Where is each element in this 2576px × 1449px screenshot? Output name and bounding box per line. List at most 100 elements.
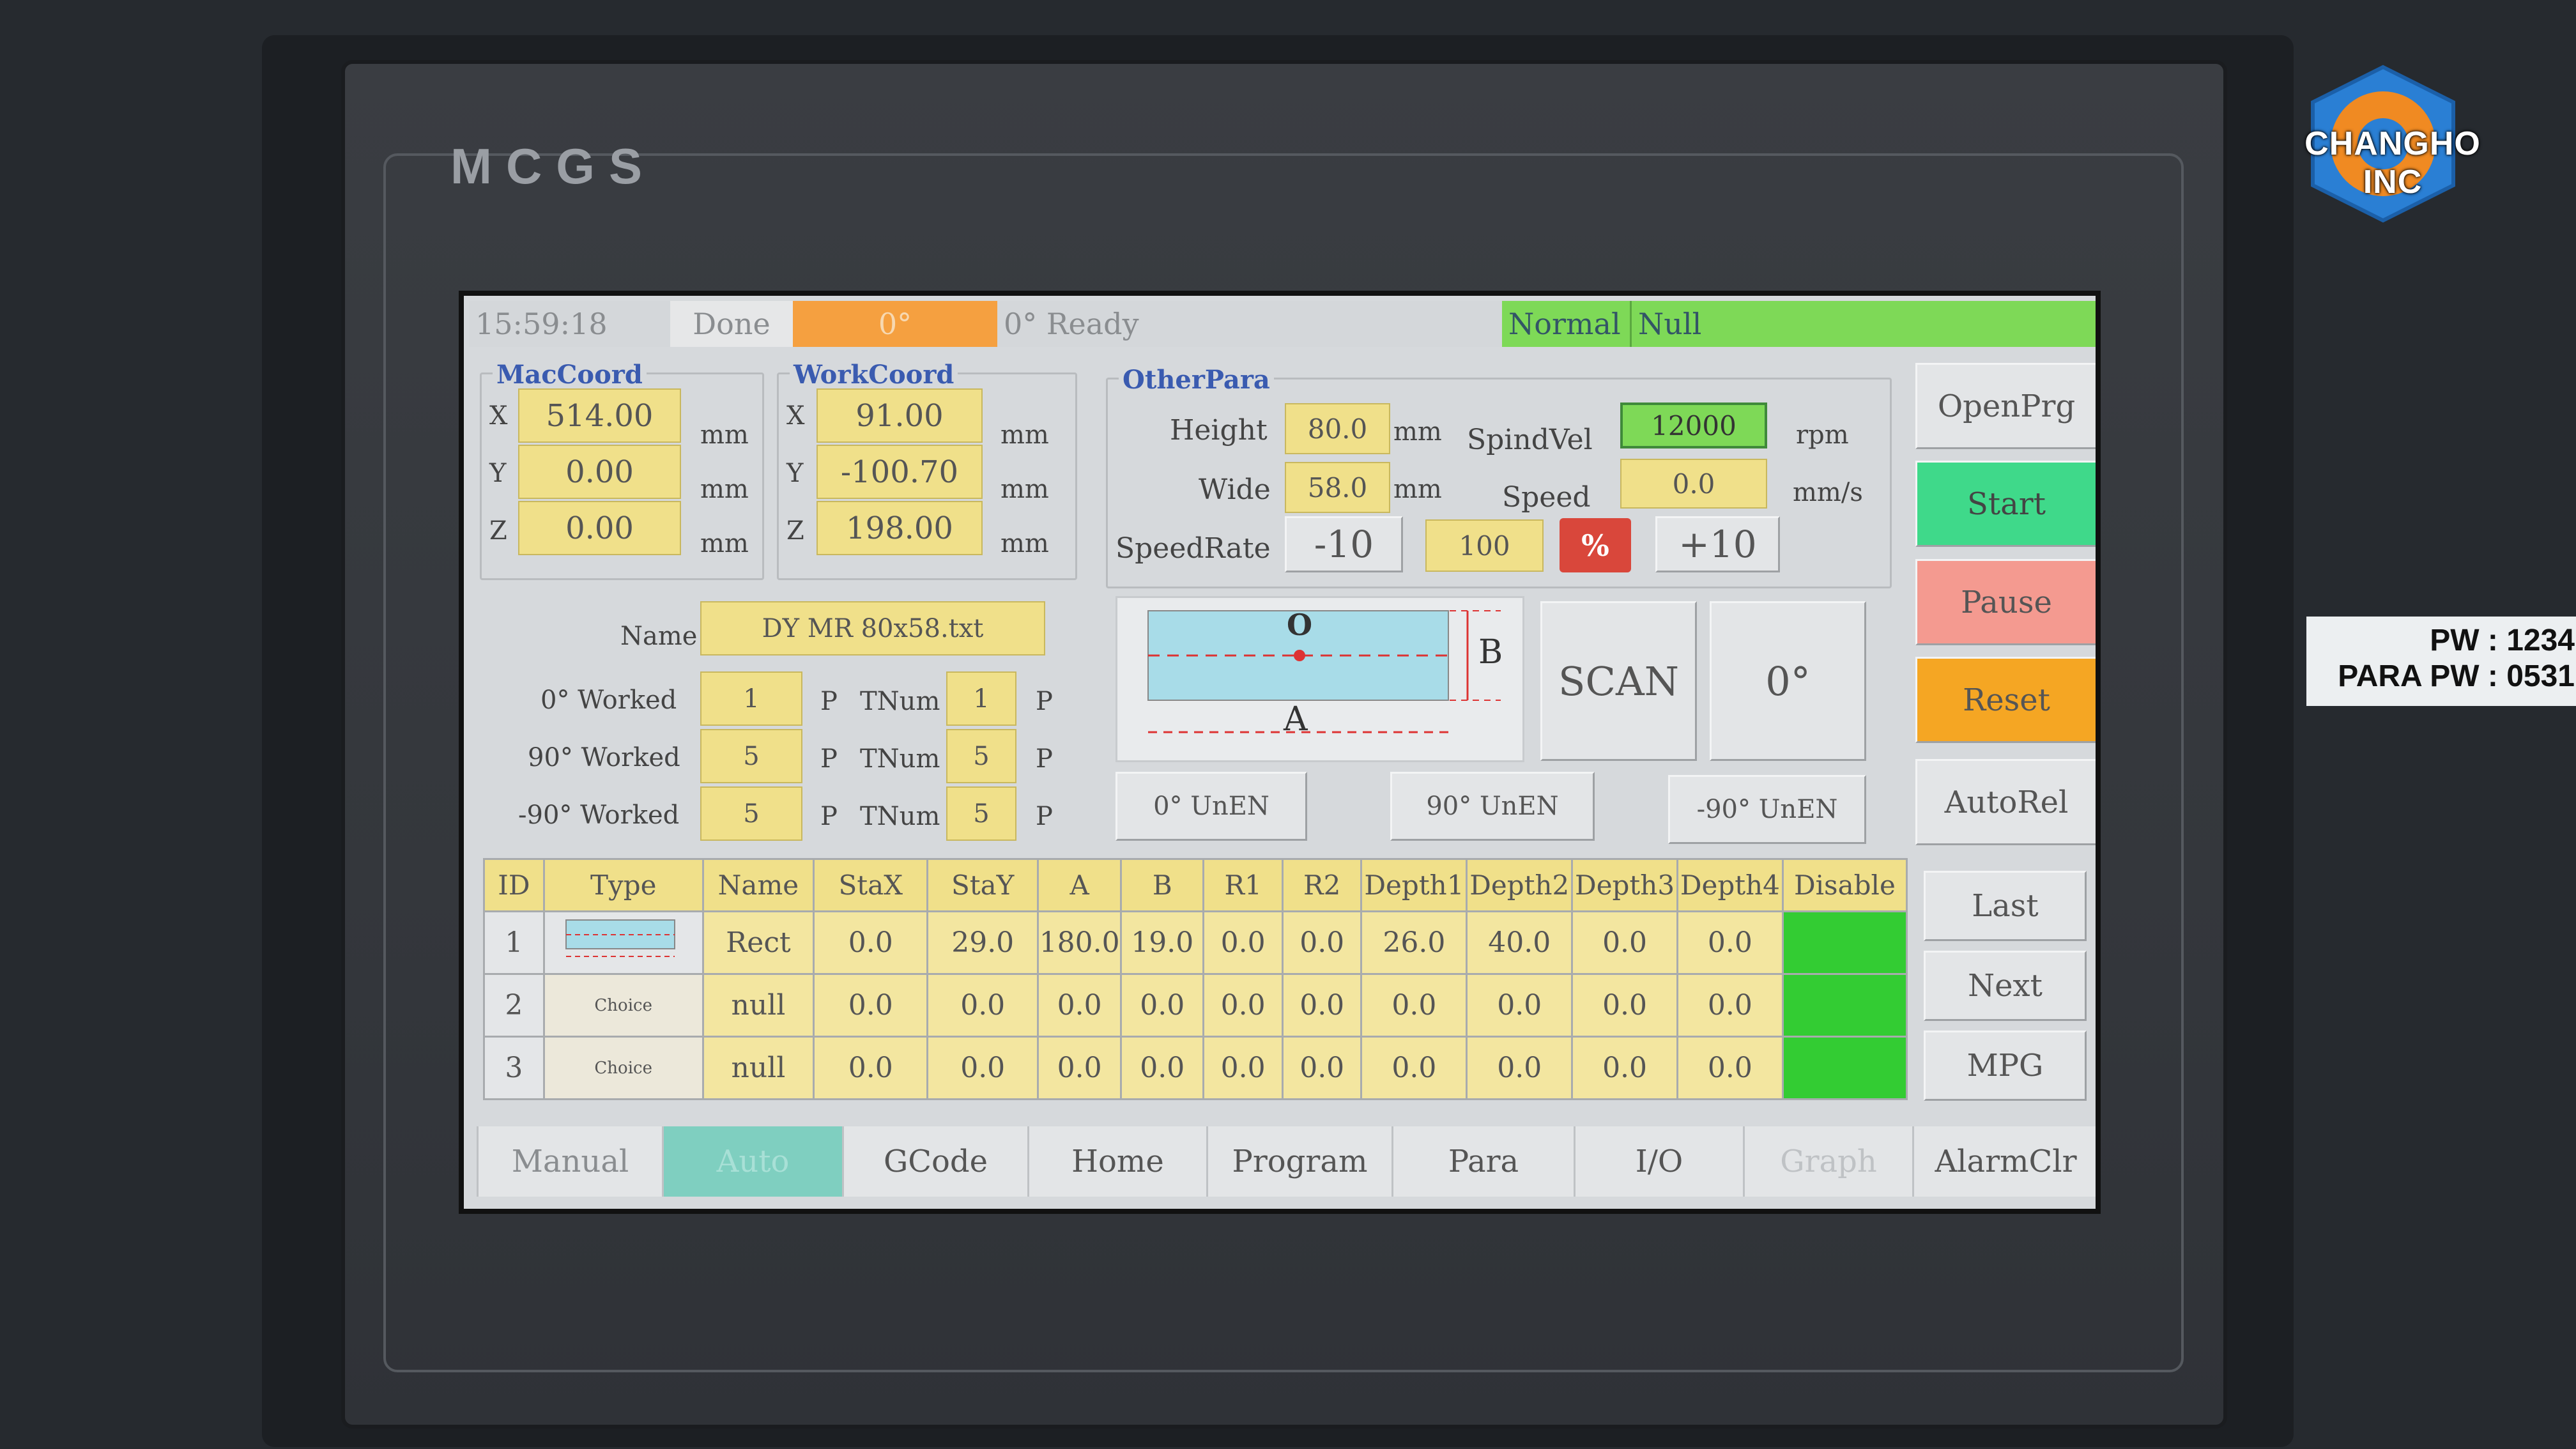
tab-graph[interactable]: Graph bbox=[1743, 1126, 1912, 1197]
col-depth4: Depth4 bbox=[1676, 858, 1784, 912]
angle-button[interactable]: 0° bbox=[1710, 601, 1866, 761]
openprg-button[interactable]: OpenPrg bbox=[1915, 363, 2096, 449]
table-row[interactable]: 3 Choice null 0.0 0.0 0.0 0.0 0.0 0.0 0.… bbox=[483, 1036, 1908, 1100]
col-a: A bbox=[1037, 858, 1123, 912]
height-label: Height bbox=[1170, 414, 1268, 447]
work-y-value: -100.70 bbox=[816, 445, 983, 499]
speedrate-plus-button[interactable]: +10 bbox=[1655, 516, 1780, 572]
mac-x-unit: mm bbox=[700, 420, 749, 450]
cell-depth1[interactable]: 0.0 bbox=[1360, 1036, 1468, 1100]
table-header-row: ID Type Name StaX StaY A B R1 R2 Depth1 … bbox=[483, 858, 1908, 912]
cell-type-choice[interactable]: Choice bbox=[542, 1036, 704, 1100]
last-button[interactable]: Last bbox=[1924, 871, 2087, 941]
tnum-90-p: P bbox=[1036, 744, 1053, 774]
cell-stax[interactable]: 0.0 bbox=[813, 1036, 929, 1100]
cell-depth4[interactable]: 0.0 bbox=[1676, 910, 1784, 975]
cell-name[interactable]: null bbox=[702, 973, 815, 1038]
spindvel-value: 12000 bbox=[1620, 402, 1767, 448]
table-row[interactable]: 2 Choice null 0.0 0.0 0.0 0.0 0.0 0.0 0.… bbox=[483, 973, 1908, 1038]
wide-unit: mm bbox=[1393, 475, 1442, 504]
next-button[interactable]: Next bbox=[1924, 951, 2087, 1021]
unen-90-button[interactable]: 90° UnEN bbox=[1390, 772, 1595, 841]
speedrate-minus-button[interactable]: -10 bbox=[1285, 516, 1403, 572]
cell-depth2[interactable]: 0.0 bbox=[1466, 973, 1574, 1038]
cell-stay[interactable]: 0.0 bbox=[926, 1036, 1039, 1100]
worked-m90-value: 5 bbox=[700, 786, 802, 841]
cell-stax[interactable]: 0.0 bbox=[813, 910, 929, 975]
tnum-90-label: TNum bbox=[860, 744, 940, 774]
tab-alarmclr[interactable]: AlarmClr bbox=[1912, 1126, 2096, 1197]
cell-stay[interactable]: 29.0 bbox=[926, 910, 1039, 975]
cell-r2[interactable]: 0.0 bbox=[1281, 973, 1363, 1038]
speed-value: 0.0 bbox=[1620, 459, 1767, 509]
cell-type-choice[interactable]: Choice bbox=[542, 973, 704, 1038]
work-x-value: 91.00 bbox=[816, 388, 983, 443]
tnum-m90-p: P bbox=[1036, 802, 1053, 831]
unen-m90-button[interactable]: -90° UnEN bbox=[1668, 775, 1866, 844]
cell-depth3[interactable]: 0.0 bbox=[1571, 910, 1678, 975]
cell-b[interactable]: 0.0 bbox=[1120, 1036, 1205, 1100]
worked-m90-label: -90° Worked bbox=[518, 801, 680, 830]
cell-depth2[interactable]: 0.0 bbox=[1466, 1036, 1574, 1100]
mpg-button[interactable]: MPG bbox=[1924, 1031, 2087, 1101]
cell-b[interactable]: 19.0 bbox=[1120, 910, 1205, 975]
tab-manual[interactable]: Manual bbox=[477, 1126, 662, 1197]
cell-r1[interactable]: 0.0 bbox=[1202, 1036, 1284, 1100]
tab-gcode[interactable]: GCode bbox=[842, 1126, 1027, 1197]
cell-b[interactable]: 0.0 bbox=[1120, 973, 1205, 1038]
cell-a[interactable]: 180.0 bbox=[1037, 910, 1123, 975]
col-r2: R2 bbox=[1281, 858, 1363, 912]
tab-io[interactable]: I/O bbox=[1574, 1126, 1743, 1197]
autorel-button[interactable]: AutoRel bbox=[1915, 759, 2096, 845]
cell-disable-toggle[interactable] bbox=[1781, 973, 1908, 1038]
mac-z-label: Z bbox=[489, 516, 507, 546]
cell-depth1[interactable]: 26.0 bbox=[1360, 910, 1468, 975]
otherpara-title: OtherPara bbox=[1119, 365, 1274, 395]
tab-para[interactable]: Para bbox=[1392, 1126, 1574, 1197]
worked-0-p: P bbox=[820, 687, 838, 716]
cell-name[interactable]: null bbox=[702, 1036, 815, 1100]
cell-depth3[interactable]: 0.0 bbox=[1571, 973, 1678, 1038]
tab-auto[interactable]: Auto bbox=[662, 1126, 842, 1197]
mac-x-value: 514.00 bbox=[518, 388, 681, 443]
col-depth1: Depth1 bbox=[1360, 858, 1468, 912]
height-value: 80.0 bbox=[1285, 403, 1390, 454]
cell-disable-toggle[interactable] bbox=[1781, 910, 1908, 975]
cell-a[interactable]: 0.0 bbox=[1037, 1036, 1123, 1100]
cell-r2[interactable]: 0.0 bbox=[1281, 910, 1363, 975]
percent-badge[interactable]: % bbox=[1560, 518, 1631, 572]
name-label: Name bbox=[620, 622, 698, 651]
scan-button[interactable]: SCAN bbox=[1540, 601, 1697, 761]
diagram-b-label: B bbox=[1478, 633, 1503, 671]
speed-unit: mm/s bbox=[1793, 478, 1863, 507]
wide-label: Wide bbox=[1199, 473, 1271, 506]
cell-depth3[interactable]: 0.0 bbox=[1571, 1036, 1678, 1100]
tab-program[interactable]: Program bbox=[1206, 1126, 1392, 1197]
table-row[interactable]: 1 Rect 0.0 29.0 180.0 19.0 0.0 0.0 26.0 … bbox=[483, 910, 1908, 975]
diagram-origin-label: O bbox=[1287, 608, 1313, 642]
cell-depth1[interactable]: 0.0 bbox=[1360, 973, 1468, 1038]
cell-r2[interactable]: 0.0 bbox=[1281, 1036, 1363, 1100]
cell-disable-toggle[interactable] bbox=[1781, 1036, 1908, 1100]
reset-button[interactable]: Reset bbox=[1915, 657, 2096, 743]
brand-logo: MCGS bbox=[450, 138, 656, 194]
cell-type-shape[interactable] bbox=[542, 910, 704, 975]
work-y-label: Y bbox=[786, 459, 804, 488]
tab-home[interactable]: Home bbox=[1027, 1126, 1206, 1197]
cell-depth4[interactable]: 0.0 bbox=[1676, 1036, 1784, 1100]
cell-a[interactable]: 0.0 bbox=[1037, 973, 1123, 1038]
cell-id: 2 bbox=[483, 973, 545, 1038]
pause-button[interactable]: Pause bbox=[1915, 559, 2096, 645]
cell-depth2[interactable]: 40.0 bbox=[1466, 910, 1574, 975]
cell-stay[interactable]: 0.0 bbox=[926, 973, 1039, 1038]
unen-0-button[interactable]: 0° UnEN bbox=[1116, 772, 1307, 841]
cell-name[interactable]: Rect bbox=[702, 910, 815, 975]
worked-90-value: 5 bbox=[700, 729, 802, 783]
tnum-m90-value: 5 bbox=[946, 786, 1016, 841]
cell-r1[interactable]: 0.0 bbox=[1202, 973, 1284, 1038]
cell-r1[interactable]: 0.0 bbox=[1202, 910, 1284, 975]
cell-depth4[interactable]: 0.0 bbox=[1676, 973, 1784, 1038]
start-button[interactable]: Start bbox=[1915, 461, 2096, 547]
hmi-screen: 15:59:18 Done 0° 0° Ready Normal Null Ma… bbox=[459, 291, 2101, 1214]
cell-stax[interactable]: 0.0 bbox=[813, 973, 929, 1038]
